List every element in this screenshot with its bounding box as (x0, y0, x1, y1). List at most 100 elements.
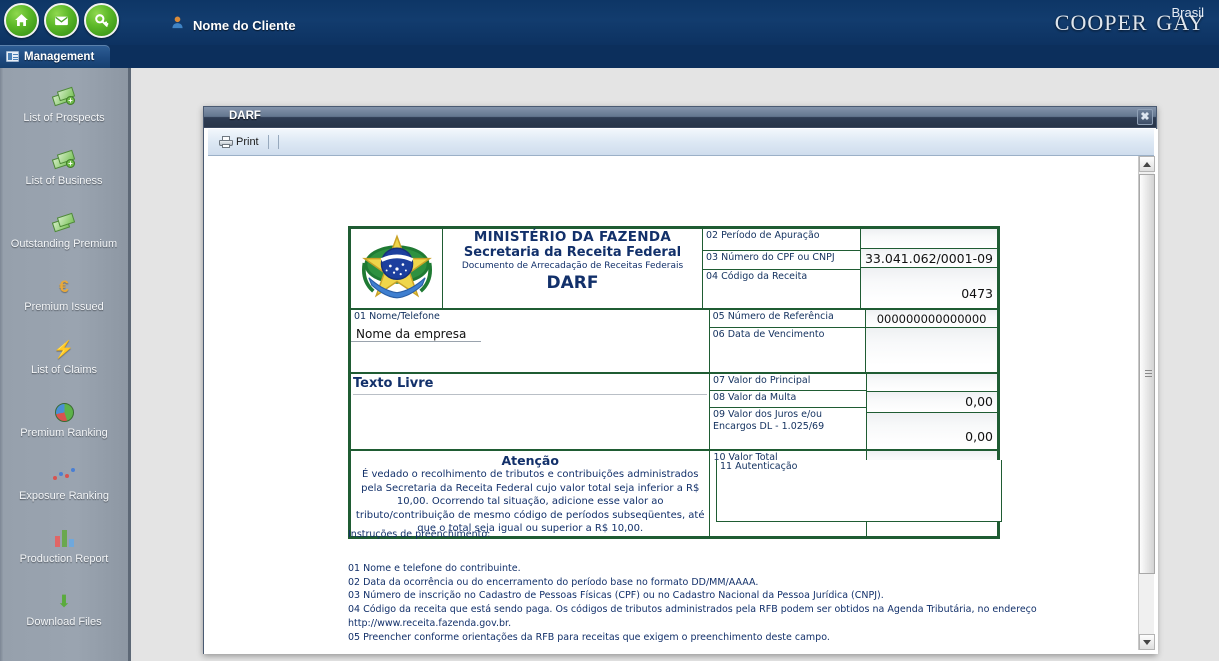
atencao-text: É vedado o recolhimento de tributos e co… (355, 469, 705, 534)
document-subtitle: Documento de Arrecadação de Receitas Fed… (461, 261, 684, 271)
scrollbar-thumb[interactable] (1139, 174, 1155, 574)
sidebar-item-label: List of Prospects (23, 112, 105, 124)
sidebar-item-label: Premium Issued (24, 301, 104, 313)
field-07-09-label-cells: 07 Valor do Principal 08 Valor da Multa … (708, 373, 867, 450)
company-logo: Cooper Gay Brasil (1055, 2, 1205, 38)
lightning-icon: ⚡ (53, 339, 75, 359)
field-06-value[interactable] (866, 328, 997, 365)
darf-form: MINISTÉRIO DA FAZENDA Secretaria da Rece… (348, 226, 1002, 539)
close-icon[interactable]: ✖ (1137, 109, 1153, 125)
document-scroll-area[interactable]: MINISTÉRIO DA FAZENDA Secretaria da Rece… (208, 156, 1154, 650)
pie-chart-icon (54, 399, 74, 425)
darf-window: DARF ✖ Print MINISTÉRIO DA FAZENDA Secre… (203, 106, 1158, 654)
field-11-cell: 11 Autenticação (716, 460, 1002, 522)
list-icon (6, 51, 19, 62)
mail-icon[interactable] (44, 3, 79, 38)
grip-icon (1145, 370, 1152, 378)
field-02-04-value-cells: 33.041.062/0001-09 0473 (859, 228, 999, 309)
atencao-title: Atenção (501, 453, 559, 468)
brazil-coat-of-arms-icon (361, 234, 432, 299)
field-04-label: 04 Código da Receita (705, 270, 808, 282)
sidebar-item-list-of-prospects[interactable]: + List of Prospects (0, 80, 128, 143)
coat-of-arms-cell (350, 228, 443, 309)
instruction-line: 02 Data da ocorrência ou do encerramento… (348, 576, 759, 588)
atencao-cell: Atenção É vedado o recolhimento de tribu… (349, 450, 711, 537)
window-toolbar: Print (208, 129, 1154, 156)
sidebar-item-label: List of Claims (30, 364, 98, 376)
sidebar-item-premium-issued[interactable]: € Premium Issued (0, 269, 128, 332)
window-title: DARF (229, 110, 261, 122)
vertical-scrollbar[interactable] (1138, 156, 1155, 650)
user-icon (170, 15, 185, 35)
field-05-06-value-cells: 000000000000000 (865, 309, 998, 373)
field-04-value[interactable]: 0473 (860, 268, 997, 302)
window-titlebar: DARF ✖ (204, 107, 1156, 128)
print-button-label: Print (236, 136, 259, 148)
tab-management-label: Management (24, 50, 95, 63)
sidebar-item-download-files[interactable]: ⬇ Download Files (0, 584, 128, 647)
chevron-up-icon (1143, 161, 1151, 167)
sidebar-item-list-of-claims[interactable]: ⚡ List of Claims (0, 332, 128, 395)
field-02-label-cell: 02 Período de Apuração 03 Número do CPF … (701, 228, 861, 309)
sidebar-item-outstanding-premium[interactable]: Outstanding Premium (0, 206, 128, 269)
field-02-value[interactable] (860, 229, 997, 248)
money-icon (51, 210, 76, 236)
field-06-label: 06 Data de Vencimento (712, 328, 825, 340)
key-icon[interactable] (84, 3, 119, 38)
darf-acronym: DARF (546, 273, 599, 293)
instruction-line: 04 Código da receita que está sendo paga… (348, 604, 1037, 629)
field-08-label: 08 Valor da Multa (712, 391, 797, 403)
ministry-title: MINISTÉRIO DA FAZENDA (473, 229, 672, 245)
sidebar-item-list-of-business[interactable]: + List of Business (0, 143, 128, 206)
field-01-value[interactable]: Nome da empresa (351, 324, 481, 342)
field-07-label: 07 Valor do Principal (712, 375, 811, 386)
instructions-title: Instruções de preenchimento: (348, 529, 491, 540)
field-03-value[interactable]: 33.041.062/0001-09 (860, 249, 997, 267)
scatter-chart-icon (52, 462, 76, 488)
sidebar-item-label: Production Report (19, 553, 109, 565)
field-08-value[interactable]: 0,00 (866, 392, 997, 412)
toolbar-separator (267, 135, 269, 149)
sidebar-item-label: List of Business (25, 175, 103, 187)
tab-bar: Management (0, 45, 1219, 68)
toolbar-separator (277, 135, 279, 149)
window-body: Print MINISTÉRIO DA FAZENDA Secretaria d… (204, 129, 1158, 654)
instruction-line: 01 Nome e telefone do contribuinte. (348, 562, 521, 574)
money-add-icon: + (51, 147, 76, 173)
field-07-09-value-cells: 0,00 0,00 (865, 373, 999, 450)
sidebar-item-premium-ranking[interactable]: Premium Ranking (0, 395, 128, 458)
chevron-down-icon (1143, 639, 1151, 645)
sidebar-item-label: Outstanding Premium (10, 238, 118, 250)
field-07-value[interactable] (866, 374, 997, 391)
sidebar-item-production-report[interactable]: Production Report (0, 521, 128, 584)
download-arrow-icon: ⬇ (56, 591, 72, 611)
tab-management[interactable]: Management (0, 45, 110, 68)
field-02-label: 02 Período de Apuração (705, 230, 820, 241)
sidebar-item-label: Download Files (26, 616, 102, 628)
texto-livre-label: Texto Livre (353, 376, 434, 391)
field-05-value[interactable]: 000000000000000 (866, 310, 997, 327)
secretariat-title: Secretaria da Receita Federal (463, 245, 682, 260)
scroll-up-button[interactable] (1139, 156, 1155, 172)
field-09-label: 09 Valor dos Juros e/ou Encargos DL - 1.… (712, 408, 825, 432)
app-header: Nome do Cliente Cooper Gay Brasil (0, 0, 1219, 45)
instruction-line: 05 Preencher conforme orientações da RFB… (348, 631, 830, 643)
field-09-value[interactable]: 0,00 (866, 413, 997, 445)
home-icon[interactable] (4, 3, 39, 38)
field-01-cell: 01 Nome/Telefone Nome da empresa (350, 309, 710, 373)
euro-icon: € (59, 276, 69, 296)
instruction-line: 03 Número de inscrição no Cadastro de Pe… (348, 590, 884, 602)
header-icon-group (4, 3, 119, 38)
scroll-down-button[interactable] (1139, 634, 1155, 650)
money-add-icon: + (51, 84, 76, 110)
bar-chart-icon (54, 525, 74, 551)
sidebar-item-exposure-ranking[interactable]: Exposure Ranking (0, 458, 128, 521)
field-11-label: 11 Autenticação (720, 461, 798, 472)
sidebar: + List of Prospects + List of Business O… (0, 68, 131, 661)
print-button[interactable]: Print (216, 135, 262, 149)
field-03-label: 03 Número do CPF ou CNPJ (705, 251, 835, 263)
client-info: Nome do Cliente (170, 15, 296, 35)
field-05-06-label-cells: 05 Número de Referência 06 Data de Venci… (708, 309, 867, 373)
logo-superscript: Brasil (1171, 5, 1204, 20)
instructions-block: Instruções de preenchimento: 01 Nome e t… (348, 528, 1048, 644)
